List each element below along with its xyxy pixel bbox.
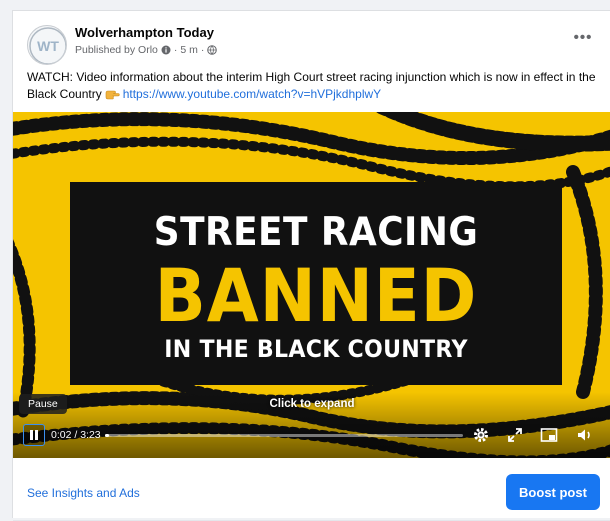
video-controls: 0:02 / 3:23 [13, 420, 610, 450]
pointing-hand-icon [105, 90, 120, 100]
post-footer: See Insights and Ads Boost post [13, 458, 610, 521]
avatar-initials: WT [37, 38, 59, 54]
info-icon[interactable] [161, 45, 171, 55]
page-name-link[interactable]: Wolverhampton Today [75, 25, 214, 40]
time-display: 0:02 / 3:23 [51, 429, 101, 441]
banner-line-2: BANNED [154, 254, 478, 339]
post-text: WATCH: Video information about the inter… [27, 69, 601, 103]
video-player[interactable]: STREET RACING BANNED IN THE BLACK COUNTR… [13, 112, 610, 458]
meta-separator: · [200, 44, 205, 56]
globe-icon [207, 45, 218, 55]
expand-icon[interactable] [505, 425, 525, 445]
miniplayer-icon[interactable] [539, 425, 559, 445]
boost-post-button[interactable]: Boost post [506, 474, 600, 510]
post-card: WT Wolverhampton Today Published by Orlo… [12, 10, 610, 521]
published-by: Published by Orlo [75, 44, 158, 56]
more-options-icon[interactable]: ••• [571, 29, 595, 46]
banner-line-3: IN THE BLACK COUNTRY [164, 335, 468, 363]
meta-separator: · [173, 44, 178, 56]
see-insights-link[interactable]: See Insights and Ads [27, 486, 140, 500]
volume-icon[interactable] [575, 425, 595, 445]
pause-button[interactable] [23, 424, 45, 446]
settings-icon[interactable] [471, 425, 491, 445]
click-to-expand-hint[interactable]: Click to expand [13, 398, 610, 410]
progress-fill [105, 434, 109, 437]
video-title-banner: STREET RACING BANNED IN THE BLACK COUNTR… [70, 182, 562, 385]
banner-line-1: STREET RACING [153, 210, 479, 255]
post-header: WT Wolverhampton Today Published by Orlo… [13, 11, 610, 69]
page-avatar[interactable]: WT [27, 25, 67, 65]
progress-bar[interactable] [105, 434, 463, 437]
post-meta: Published by Orlo · 5 m · [75, 44, 218, 56]
page-logo: WT [29, 27, 66, 64]
pause-icon [30, 430, 38, 440]
post-time[interactable]: 5 m [180, 44, 198, 56]
youtube-link[interactable]: https://www.youtube.com/watch?v=hVPjkdhp… [123, 87, 381, 101]
